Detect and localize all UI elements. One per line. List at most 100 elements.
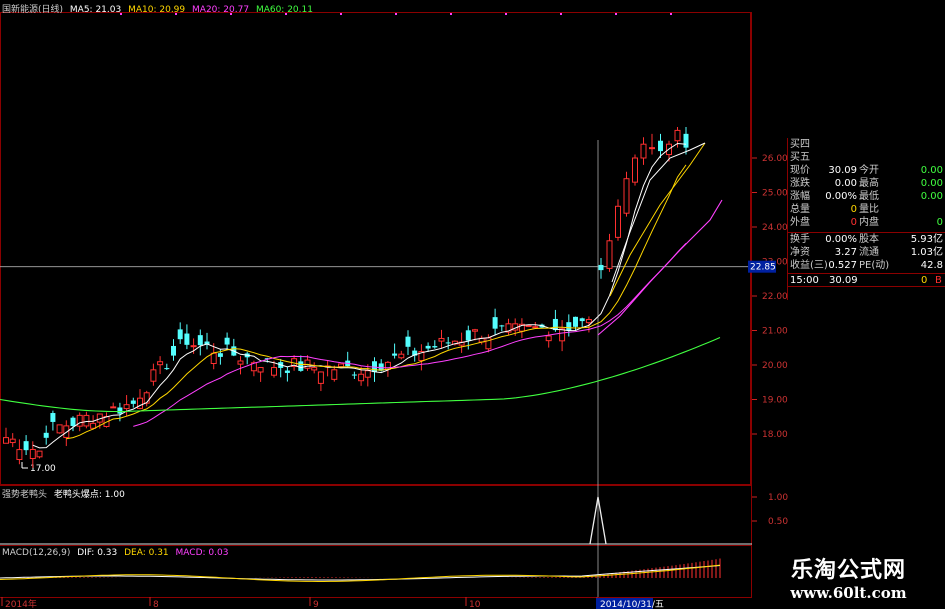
candle-body <box>392 353 398 356</box>
candle-body <box>405 336 411 347</box>
quote-value: 0 <box>850 217 857 228</box>
ma20-line <box>133 242 687 427</box>
macd-header: MACD(12,26,9) DIF: 0.33 DEA: 0.31 MACD: … <box>2 548 228 558</box>
quote-label: 外盘 <box>790 217 810 228</box>
price-tick-label: 22.00 <box>762 292 788 302</box>
top-dot <box>395 13 397 15</box>
quote-label: 涨幅 <box>790 191 810 202</box>
top-dot <box>615 13 617 15</box>
tick-flag: B <box>935 275 942 286</box>
candle-body <box>465 330 471 341</box>
candle-body <box>36 450 43 458</box>
candle-body <box>298 361 304 371</box>
buy5-row: 买五 <box>790 152 810 163</box>
candle-body <box>499 325 505 327</box>
candle-body <box>485 337 492 350</box>
ma5-value: MA5: 21.03 <box>69 5 122 15</box>
candle-body <box>184 333 190 345</box>
quote-label: 总量 <box>790 204 810 215</box>
quote-label: 量比 <box>859 204 879 215</box>
candle-body <box>197 335 203 346</box>
candle-body <box>317 371 324 384</box>
macd-name: MACD(12,26,9) <box>2 548 71 558</box>
candle-body <box>331 369 338 380</box>
ma20-value: MA20: 20.77 <box>192 5 250 15</box>
chart-header: 国新能源(日线) MA5: 21.03 MA10: 20.99 MA20: 20… <box>2 2 313 15</box>
quote-row: 净资 3.27 流通 1.03亿 <box>787 246 945 259</box>
top-dot <box>450 13 452 15</box>
candle-body <box>398 353 405 359</box>
quote-value: 30.09 <box>828 165 857 176</box>
candle-body <box>117 407 123 414</box>
candle-body <box>29 448 36 460</box>
dif-value: DIF: 0.33 <box>77 548 118 558</box>
watermark-url: www.60lt.com <box>790 584 907 602</box>
candle-body <box>425 345 431 349</box>
quote-value: 0.00 <box>920 191 943 202</box>
candle-body <box>632 157 638 183</box>
date-label: 10 <box>469 600 481 609</box>
candle-body <box>545 335 552 342</box>
indicator-name: 强势老鸭头 <box>2 490 48 500</box>
candle-body <box>566 322 572 331</box>
top-dot <box>560 13 562 15</box>
candle-body <box>83 414 90 427</box>
buy4-row: 买四 <box>790 139 810 150</box>
ma60-value: MA60: 20.11 <box>255 5 313 15</box>
ind-tick-label: 0.50 <box>768 517 788 527</box>
candle-body <box>123 404 130 410</box>
candle-body <box>579 318 585 322</box>
quote-row: 外盘 0 内盘 0 <box>787 216 945 229</box>
candle-body <box>585 319 592 324</box>
indicator-header: 强势老鸭头 老鸭头爆点: 1.00 <box>2 487 125 500</box>
candle-body <box>224 337 230 345</box>
price-tick-label: 26.00 <box>762 154 788 164</box>
candle-body <box>338 363 344 368</box>
quote-label: 股本 <box>859 234 879 245</box>
quote-row: 收益(三) 0.527 PE(动) 42.8 <box>787 259 945 272</box>
quote-row: 总量 0 量比 <box>787 203 945 216</box>
quote-value: 0.00 <box>920 165 943 176</box>
candle-body <box>284 370 290 373</box>
candle-body <box>63 425 70 438</box>
stock-name: 国新能源(日线) <box>2 5 64 15</box>
candle-body <box>492 317 498 329</box>
dea-value: DEA: 0.31 <box>124 548 169 558</box>
candle-body <box>445 342 451 344</box>
price-tick-label: 20.00 <box>762 361 788 371</box>
quote-label: 今开 <box>859 165 879 176</box>
candle-body <box>351 374 357 376</box>
candle-body <box>9 438 16 444</box>
date-label: 2014/10/31/五 <box>600 600 664 609</box>
candle-body <box>674 129 681 142</box>
quote-value: 0.00 <box>834 178 857 189</box>
macd-panel <box>0 558 721 582</box>
candle-body <box>658 140 663 152</box>
candle-body <box>432 346 438 348</box>
candle-body <box>271 367 277 376</box>
candle-body <box>311 367 318 371</box>
low-price-label: 17.00 <box>30 464 56 474</box>
quote-label: 流通 <box>859 247 879 258</box>
candle-body <box>90 422 97 429</box>
quote-value: 5.93亿 <box>910 234 943 245</box>
quote-panel: 买四 买五 现价 30.09 今开 0.00 涨跌 0.00 最高 0.00 涨幅 0.00% 最低… <box>787 138 945 478</box>
indicator-value: 老鸭头爆点: 1.00 <box>53 490 125 500</box>
quote-row: 换手 0.00% 股本 5.93亿 <box>787 233 945 246</box>
price-tick-label: 21.00 <box>762 327 788 337</box>
ma10-line <box>66 164 687 440</box>
top-dot <box>505 13 507 15</box>
ma10-value: MA10: 20.99 <box>128 5 186 15</box>
price-tick-label: 25.00 <box>762 189 788 199</box>
candle-body <box>623 178 630 214</box>
quote-row: 涨跌 0.00 最高 0.00 <box>787 177 945 190</box>
candle-body <box>384 361 391 370</box>
quote-row: 涨幅 0.00% 最低 0.00 <box>787 190 945 203</box>
candle-body <box>130 400 136 404</box>
quote-value: 0.00% <box>825 191 857 202</box>
tick-price: 30.09 <box>829 275 858 286</box>
candle-body <box>43 432 49 438</box>
candle-body <box>472 329 478 332</box>
candle-body <box>164 368 170 370</box>
top-dot <box>670 13 672 15</box>
